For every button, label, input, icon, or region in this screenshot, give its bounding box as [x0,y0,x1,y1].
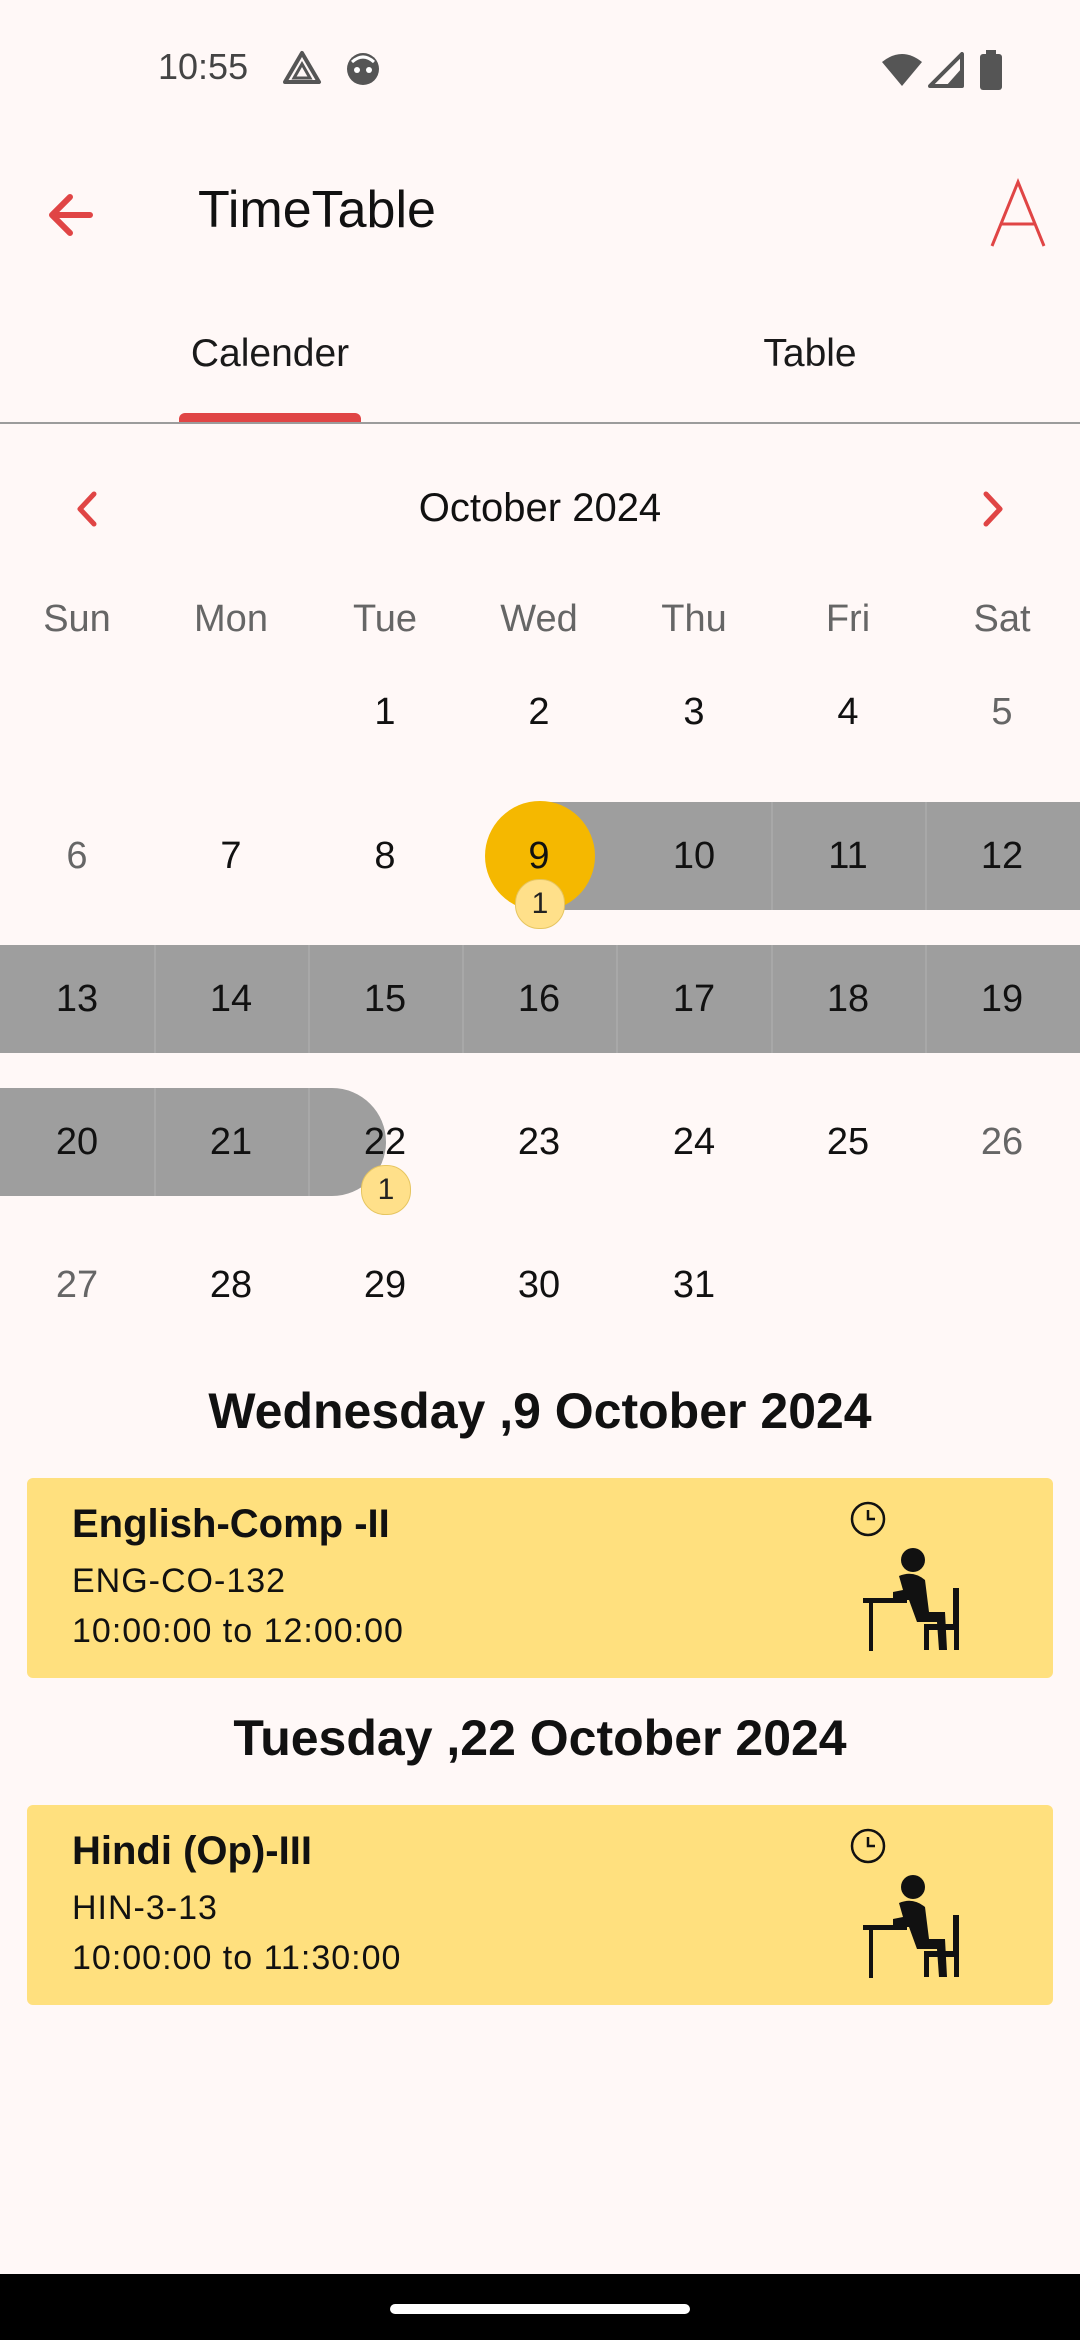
calendar-day[interactable]: 14 [154,945,310,1053]
student-desk-icon [863,1546,973,1661]
weekday-header: Sun [43,598,111,640]
calendar-day[interactable]: 11 [771,802,927,910]
tab-indicator [179,413,361,422]
weekday-header: Thu [661,598,727,640]
event-count-badge: 1 [361,1165,411,1215]
weekday-header: Fri [825,598,871,640]
wifi-icon [880,52,924,93]
weekday-header: Tue [352,598,418,640]
tab-table[interactable]: Table [540,300,1080,420]
exam-time: 10:00:00 to 11:30:00 [72,1939,402,1977]
calendar-day[interactable]: 21 [154,1088,310,1196]
exam-time: 10:00:00 to 12:00:00 [72,1612,404,1650]
calendar-day[interactable]: 30 [462,1231,616,1339]
exam-title: English-Comp -II [72,1502,390,1546]
status-bar: 10:55 [0,0,1080,140]
calendar-day[interactable]: 26 [925,1088,1079,1196]
clock-icon [849,1827,887,1870]
calendar-day[interactable]: 13 [0,945,156,1053]
next-month-button[interactable] [960,476,1026,542]
calendar-day[interactable]: 15 [308,945,464,1053]
weekday-header: Sat [973,598,1031,640]
home-gesture-handle[interactable] [390,2304,690,2314]
clock-icon [849,1500,887,1543]
calendar-day[interactable]: 8 [308,802,462,910]
tab-calender[interactable]: Calender [0,300,540,420]
calendar-day[interactable]: 7 [154,802,308,910]
tab-bar: Calender Table [0,300,1080,424]
calendar-day[interactable]: 4 [771,658,925,766]
calendar-day[interactable]: 2 [462,658,616,766]
arrow-left-icon [49,194,93,236]
face-icon [344,50,382,93]
schedule-date-heading: Tuesday ,22 October 2024 [233,1710,847,1766]
drive-icon [282,50,322,91]
page-title: TimeTable [198,181,436,239]
calendar-day[interactable]: 29 [308,1231,462,1339]
calendar-day[interactable]: 5 [925,658,1079,766]
font-letter-icon [990,178,1046,247]
chevron-right-icon [983,491,1003,527]
month-title: October 2024 [418,486,662,530]
signal-icon [928,52,964,93]
calendar-day[interactable]: 24 [617,1088,771,1196]
calendar-day[interactable]: 20 [0,1088,156,1196]
exam-title: Hindi (Op)-III [72,1829,312,1873]
month-navigation: October 2024 [0,468,1080,552]
calendar-day[interactable]: 1 [308,658,462,766]
calendar-day[interactable]: 25 [771,1088,925,1196]
back-button[interactable] [40,182,116,248]
exam-card[interactable]: English-Comp -II ENG-CO-132 10:00:00 to … [27,1478,1053,1678]
calendar-day[interactable]: 10 [617,802,773,910]
exam-code: HIN-3-13 [72,1889,218,1927]
calendar-day[interactable]: 18 [771,945,927,1053]
calendar-day[interactable]: 31 [617,1231,771,1339]
battery-icon [980,50,1002,95]
calendar-day[interactable]: 16 [462,945,618,1053]
calendar-day[interactable]: 28 [154,1231,308,1339]
calendar-day[interactable]: 19 [925,945,1079,1053]
calendar-day[interactable]: 17 [617,945,773,1053]
status-time: 10:55 [158,46,249,87]
calendar-day[interactable]: 12 [925,802,1079,910]
weekday-header: Wed [500,598,578,640]
weekday-header: Mon [194,598,268,640]
calendar-day[interactable]: 23 [462,1088,616,1196]
event-count-badge: 1 [515,879,565,929]
exam-card[interactable]: Hindi (Op)-III HIN-3-13 10:00:00 to 11:3… [27,1805,1053,2005]
calendar-day[interactable]: 6 [0,802,154,910]
font-size-button[interactable] [988,178,1048,250]
schedule-date-heading: Wednesday ,9 October 2024 [208,1383,872,1439]
app-bar: TimeTable [0,160,1080,270]
calendar-day[interactable]: 3 [617,658,771,766]
exam-code: ENG-CO-132 [72,1562,287,1600]
system-navigation-bar [0,2274,1080,2340]
calendar-day[interactable]: 27 [0,1231,154,1339]
student-desk-icon [863,1873,973,1988]
